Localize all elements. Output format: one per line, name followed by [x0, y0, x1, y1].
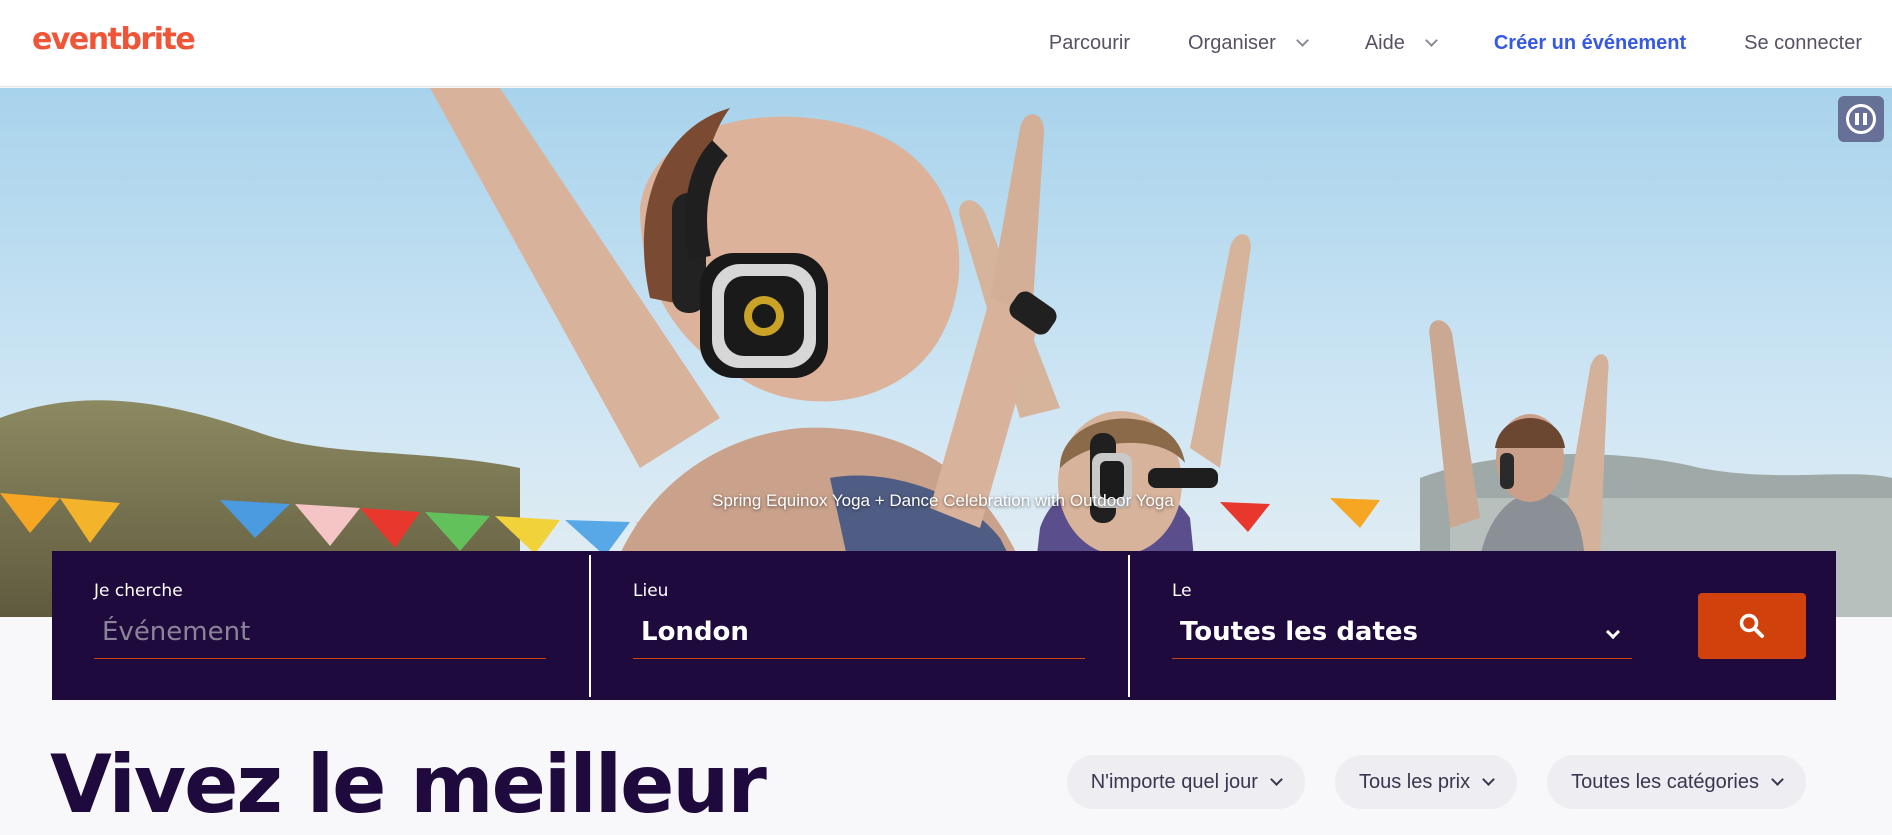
top-nav: Parcourir Organiser Aide Créer un événem…: [991, 0, 1862, 87]
filter-date[interactable]: N'importe quel jour: [1066, 755, 1305, 809]
search-where-label: Lieu: [633, 581, 669, 601]
filter-bar: N'importe quel jour Tous les prix Toutes…: [1037, 755, 1806, 809]
nav-help-label: Aide: [1364, 32, 1405, 54]
page-headline: Vivez le meilleur: [50, 738, 767, 831]
pause-bar-left: [1855, 113, 1859, 125]
hero-photo: [0, 88, 1892, 617]
nav-login[interactable]: Se connecter: [1744, 32, 1862, 55]
filter-date-label: N'importe quel jour: [1090, 770, 1258, 793]
search-what-input[interactable]: Événement: [94, 617, 546, 659]
search-icon: [1739, 613, 1764, 638]
nav-browse[interactable]: Parcourir: [1049, 32, 1130, 55]
chevron-down-icon: [1270, 773, 1283, 786]
top-header: eventbrite Parcourir Organiser Aide Crée…: [0, 0, 1892, 87]
filter-category-label: Toutes les catégories: [1571, 770, 1759, 793]
search-what-field[interactable]: Je cherche Événement: [52, 551, 590, 700]
filter-category[interactable]: Toutes les catégories: [1547, 755, 1806, 809]
hero-caption: Spring Equinox Yoga + Dance Celebration …: [712, 491, 1174, 510]
nav-organize[interactable]: Organiser: [1188, 32, 1309, 55]
nav-login-label: Se connecter: [1744, 32, 1862, 54]
search-submit-button[interactable]: [1698, 593, 1806, 659]
eventbrite-logo[interactable]: eventbrite: [32, 22, 196, 57]
search-when-field[interactable]: Le Toutes les dates: [1130, 551, 1650, 700]
search-what-label: Je cherche: [94, 581, 183, 601]
pause-icon: [1846, 104, 1876, 134]
hero-banner: Spring Equinox Yoga + Dance Celebration …: [0, 88, 1892, 617]
pause-bar-right: [1863, 113, 1867, 125]
chevron-down-icon: [1605, 624, 1621, 640]
filter-price-label: Tous les prix: [1358, 770, 1471, 793]
search-when-select[interactable]: Toutes les dates: [1172, 617, 1632, 659]
nav-browse-label: Parcourir: [1048, 32, 1130, 54]
search-where-field[interactable]: Lieu London: [591, 551, 1129, 700]
chevron-down-icon: [1771, 773, 1784, 786]
nav-organize-label: Organiser: [1188, 32, 1276, 54]
filter-price[interactable]: Tous les prix: [1334, 755, 1518, 809]
chevron-down-icon: [1482, 773, 1495, 786]
nav-create-event[interactable]: Créer un événement: [1494, 32, 1686, 55]
search-bar: Je cherche Événement Lieu London Le Tout…: [52, 551, 1836, 700]
nav-create-event-label: Créer un événement: [1493, 32, 1687, 54]
search-when-label: Le: [1172, 581, 1192, 601]
chevron-down-icon: [1424, 34, 1438, 47]
nav-help[interactable]: Aide: [1364, 32, 1438, 55]
chevron-down-icon: [1295, 34, 1309, 47]
pause-button[interactable]: [1838, 96, 1884, 142]
search-where-input[interactable]: London: [633, 617, 1085, 659]
search-when-value: Toutes les dates: [1180, 617, 1419, 647]
